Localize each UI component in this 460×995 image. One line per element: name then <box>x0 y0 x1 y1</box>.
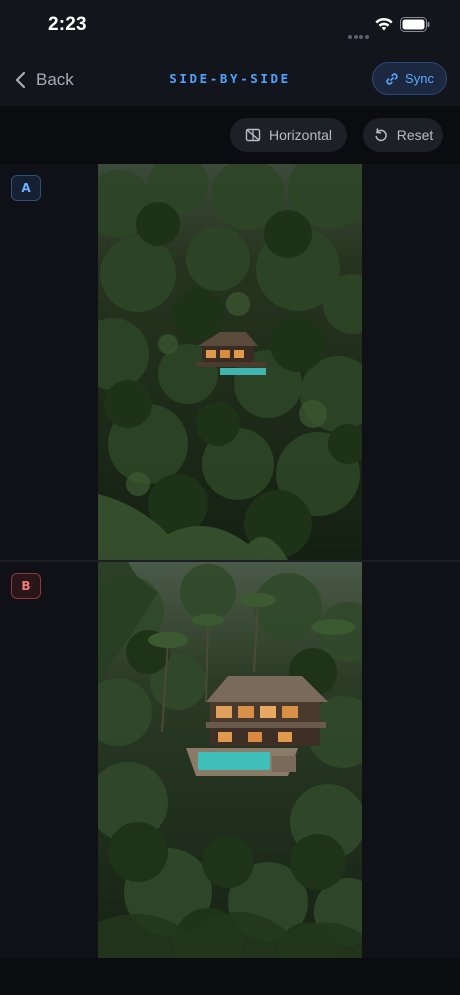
status-bar: 2:23 <box>0 0 460 54</box>
comparison-image-a[interactable] <box>98 164 362 560</box>
comparison-panel-a: A <box>0 164 460 560</box>
jungle-villa-image-b <box>98 562 362 958</box>
battery-icon <box>400 17 430 32</box>
sync-label: Sync <box>405 71 434 86</box>
toolbar: Horizontal Reset <box>0 106 460 164</box>
jungle-villa-image-a <box>98 164 362 560</box>
orientation-toggle-button[interactable]: Horizontal <box>230 118 347 152</box>
panel-badge-b: B <box>11 573 41 599</box>
reset-label: Reset <box>396 127 434 143</box>
nav-bar: Back SIDE-BY-SIDE Sync <box>0 54 460 106</box>
sync-button[interactable]: Sync <box>372 62 447 95</box>
reset-button[interactable]: Reset <box>363 118 443 152</box>
panel-badge-a: A <box>11 175 41 201</box>
comparison-panel-b: B <box>0 562 460 958</box>
split-layout-icon <box>245 128 261 142</box>
bottom-bar <box>0 958 460 995</box>
cellular-signal-icon <box>348 26 370 39</box>
comparison-image-b[interactable] <box>98 562 362 958</box>
orientation-label: Horizontal <box>268 127 333 143</box>
reset-icon <box>375 128 387 142</box>
status-time: 2:23 <box>48 14 87 35</box>
link-icon <box>386 72 398 85</box>
wifi-icon <box>375 17 393 31</box>
